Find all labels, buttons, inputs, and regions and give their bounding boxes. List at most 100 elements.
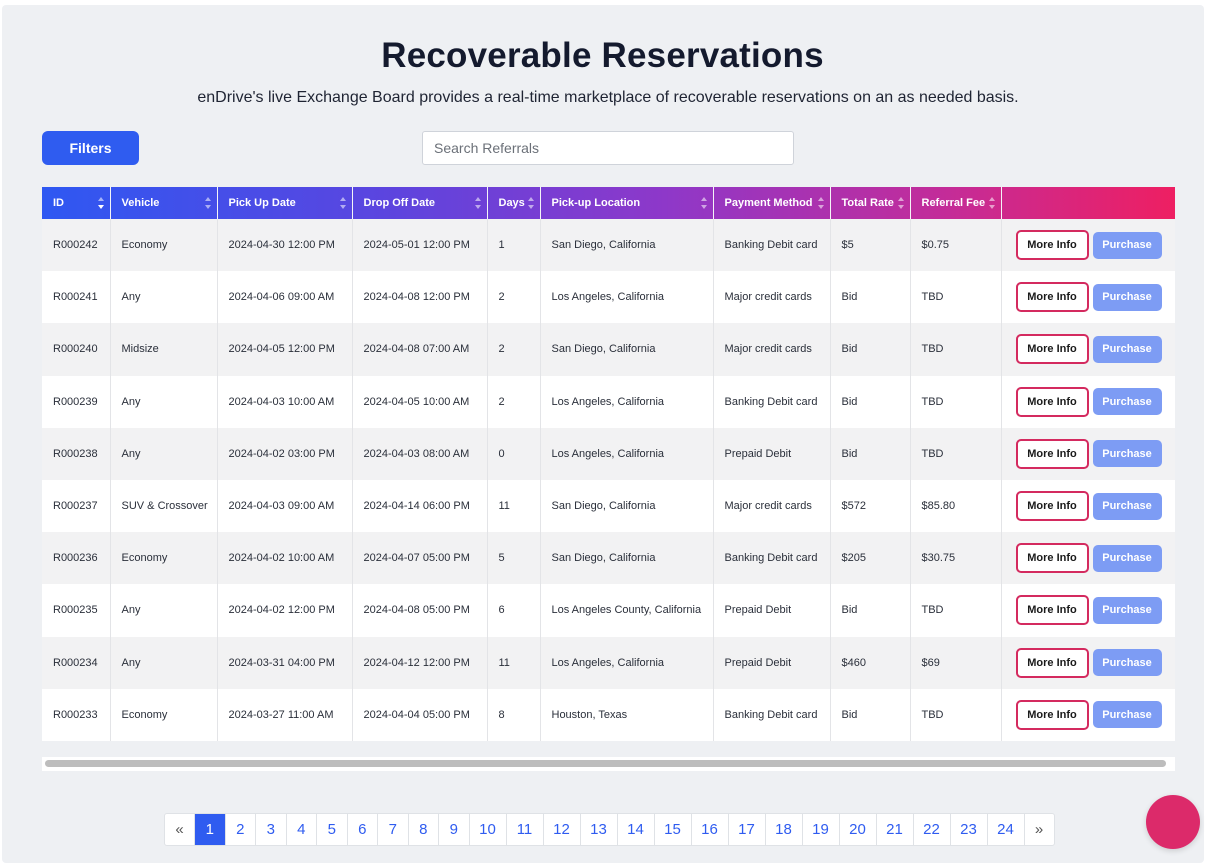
- pickup-date-cell: 2024-03-31 04:00 PM: [217, 636, 353, 689]
- sort-icon[interactable]: [897, 197, 904, 209]
- more-info-button[interactable]: More Info: [1015, 334, 1089, 365]
- id-cell: R000241: [42, 271, 111, 324]
- purchase-button[interactable]: Purchase: [1092, 544, 1162, 572]
- more-info-button[interactable]: More Info: [1015, 230, 1089, 261]
- dropoff-date-cell: 2024-04-14 06:00 PM: [352, 479, 488, 533]
- pagination-page-18[interactable]: 18: [766, 814, 803, 845]
- pagination-page-16[interactable]: 16: [692, 814, 729, 845]
- pagination-page-11[interactable]: 11: [507, 814, 544, 845]
- sort-icon[interactable]: [97, 197, 104, 209]
- column-header[interactable]: Referral Fee: [910, 187, 1002, 219]
- pagination-page-4[interactable]: 4: [287, 814, 317, 845]
- column-header[interactable]: Drop Off Date: [352, 187, 488, 219]
- purchase-button[interactable]: Purchase: [1092, 440, 1162, 468]
- reservations-table-wrapper: ID Vehicle Pick Up Date Drop Off Date Days Pi…: [42, 187, 1175, 741]
- table-row: R000235 Any 2024-04-02 12:00 PM 2024-04-08 …: [42, 584, 1175, 637]
- sort-icon[interactable]: [700, 197, 707, 209]
- pagination-page-8[interactable]: 8: [409, 814, 439, 845]
- table-row: R000239 Any 2024-04-03 10:00 AM 2024-04-05 …: [42, 375, 1175, 428]
- pagination-page-5[interactable]: 5: [317, 814, 348, 845]
- pickup-date-cell: 2024-04-03 10:00 AM: [217, 375, 353, 428]
- chat-bubble-icon[interactable]: [1146, 795, 1200, 849]
- dropoff-date-cell: 2024-04-05 10:00 AM: [352, 375, 488, 428]
- search-input[interactable]: [422, 131, 794, 165]
- payment-method-cell: Banking Debit card: [713, 375, 831, 428]
- sort-icon[interactable]: [988, 197, 995, 209]
- purchase-button[interactable]: Purchase: [1092, 231, 1162, 259]
- horizontal-scrollbar[interactable]: [42, 757, 1175, 771]
- column-header[interactable]: Total Rate: [830, 187, 911, 219]
- actions-cell: More Info Purchase: [1001, 376, 1175, 428]
- column-header[interactable]: Payment Method: [713, 187, 831, 219]
- more-info-button[interactable]: More Info: [1015, 647, 1089, 678]
- more-info-button[interactable]: More Info: [1015, 699, 1089, 730]
- purchase-button[interactable]: Purchase: [1092, 388, 1162, 416]
- total-rate-cell: Bid: [830, 584, 911, 637]
- purchase-button[interactable]: Purchase: [1092, 649, 1162, 677]
- referral-fee-cell: TBD: [910, 584, 1002, 637]
- pagination-page-7[interactable]: 7: [378, 814, 409, 845]
- id-cell: R000238: [42, 427, 111, 480]
- sort-icon[interactable]: [527, 197, 534, 209]
- pagination-page-14[interactable]: 14: [618, 814, 655, 845]
- filters-button[interactable]: Filters: [42, 131, 139, 165]
- pagination-page-3[interactable]: 3: [256, 814, 287, 845]
- days-cell: 11: [487, 479, 541, 533]
- column-header[interactable]: Pick-up Location: [540, 187, 714, 219]
- column-header-label: Payment Method: [724, 197, 813, 209]
- table-row: R000238 Any 2024-04-02 03:00 PM 2024-04-03 …: [42, 427, 1175, 480]
- pagination: «1 2 3 4 5 6 7 8 9 10 11 12 13 14 15 16 17 18 19 20 21 22 23 24…: [164, 813, 1055, 846]
- more-info-button[interactable]: More Info: [1015, 491, 1089, 522]
- pagination-page-9[interactable]: 9: [439, 814, 470, 845]
- sort-icon[interactable]: [339, 197, 346, 209]
- pagination-page-17[interactable]: 17: [729, 814, 766, 845]
- pickup-date-cell: 2024-04-06 09:00 AM: [217, 271, 353, 324]
- dropoff-date-cell: 2024-04-08 07:00 AM: [352, 323, 488, 376]
- pagination-prev[interactable]: «: [165, 814, 195, 845]
- table-row: R000233 Economy 2024-03-27 11:00 AM 2024-04…: [42, 688, 1175, 741]
- more-info-button[interactable]: More Info: [1015, 438, 1089, 469]
- pagination-next[interactable]: »: [1025, 814, 1054, 845]
- column-header[interactable]: ID: [42, 187, 111, 219]
- pickup-date-cell: 2024-04-03 09:00 AM: [217, 479, 353, 533]
- column-header-label: Pick-up Location: [551, 197, 641, 209]
- pagination-page-19[interactable]: 19: [803, 814, 840, 845]
- more-info-button[interactable]: More Info: [1015, 282, 1089, 313]
- column-header[interactable]: Days: [487, 187, 541, 219]
- more-info-button[interactable]: More Info: [1015, 386, 1089, 417]
- pagination-page-6[interactable]: 6: [348, 814, 378, 845]
- purchase-button[interactable]: Purchase: [1092, 283, 1162, 311]
- column-header[interactable]: Vehicle: [110, 187, 218, 219]
- payment-method-cell: Prepaid Debit: [713, 636, 831, 689]
- days-cell: 8: [487, 688, 541, 741]
- purchase-button[interactable]: Purchase: [1092, 596, 1162, 624]
- pagination-page-20[interactable]: 20: [840, 814, 877, 845]
- pagination-page-15[interactable]: 15: [655, 814, 692, 845]
- column-header-label: ID: [53, 197, 64, 209]
- column-header[interactable]: Pick Up Date: [217, 187, 353, 219]
- vehicle-cell: Economy: [110, 688, 218, 741]
- referral-fee-cell: $30.75: [910, 532, 1002, 585]
- more-info-button[interactable]: More Info: [1015, 543, 1089, 574]
- payment-method-cell: Prepaid Debit: [713, 427, 831, 480]
- more-info-button[interactable]: More Info: [1015, 595, 1089, 626]
- pagination-page-23[interactable]: 23: [951, 814, 988, 845]
- scrollbar-thumb[interactable]: [45, 760, 1166, 767]
- purchase-button[interactable]: Purchase: [1092, 701, 1162, 729]
- pagination-page-13[interactable]: 13: [581, 814, 618, 845]
- pagination-page-2[interactable]: 2: [226, 814, 256, 845]
- pagination-page-12[interactable]: 12: [544, 814, 581, 845]
- pagination-page-10[interactable]: 10: [470, 814, 507, 845]
- sort-icon[interactable]: [474, 197, 481, 209]
- sort-icon[interactable]: [817, 197, 824, 209]
- id-cell: R000236: [42, 532, 111, 585]
- purchase-button[interactable]: Purchase: [1092, 335, 1162, 363]
- pagination-page-21[interactable]: 21: [877, 814, 914, 845]
- table-row: R000236 Economy 2024-04-02 10:00 AM 2024-04…: [42, 532, 1175, 585]
- pagination-page-22[interactable]: 22: [914, 814, 951, 845]
- pagination-page-24[interactable]: 24: [988, 814, 1025, 845]
- vehicle-cell: SUV & Crossover: [110, 479, 218, 533]
- purchase-button[interactable]: Purchase: [1092, 492, 1162, 520]
- sort-icon[interactable]: [204, 197, 211, 209]
- pagination-page-1[interactable]: 1: [195, 814, 226, 845]
